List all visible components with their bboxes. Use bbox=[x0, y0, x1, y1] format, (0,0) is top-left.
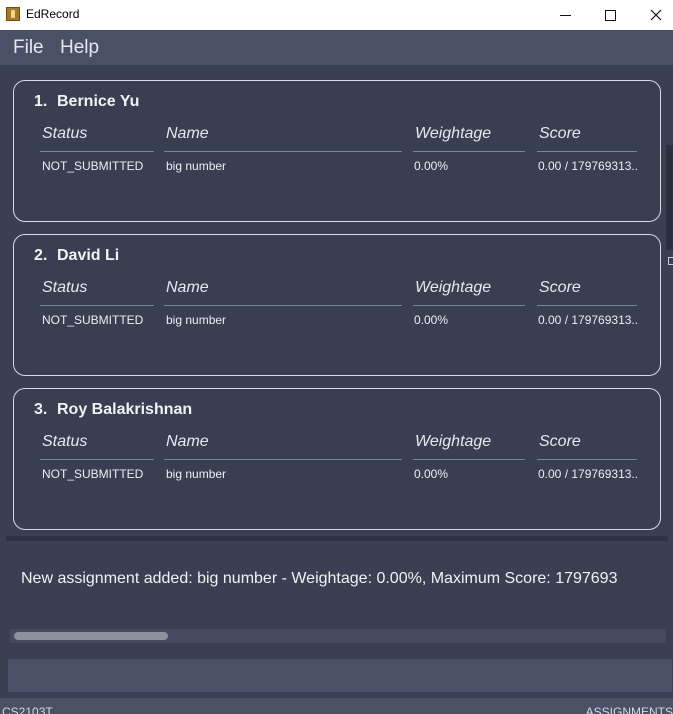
assignment-score: 0.00 / 179769313... bbox=[538, 467, 638, 481]
column-header-weightage: Weightage bbox=[413, 279, 525, 306]
scrollbar-handle[interactable] bbox=[668, 257, 673, 265]
student-card[interactable]: 3. Roy Balakrishnan Status Name Weightage… bbox=[13, 388, 661, 530]
column-header-weightage: Weightage bbox=[413, 125, 525, 152]
horizontal-scrollbar[interactable] bbox=[10, 629, 666, 643]
menu-bar: File Help bbox=[0, 30, 673, 65]
menu-help[interactable]: Help bbox=[60, 37, 99, 59]
student-card[interactable]: 1. Bernice Yu Status Name Weightage Score… bbox=[13, 80, 661, 222]
student-list[interactable]: 1. Bernice Yu Status Name Weightage Score… bbox=[0, 65, 673, 547]
student-name: 2. David Li bbox=[34, 247, 120, 264]
column-header-status: Status bbox=[40, 279, 154, 306]
student-name: 1. Bernice Yu bbox=[34, 93, 140, 110]
status-view: ASSIGNMENTS bbox=[585, 705, 673, 714]
assignment-weightage: 0.00% bbox=[414, 159, 449, 173]
vertical-scrollbar[interactable] bbox=[666, 145, 673, 250]
column-header-score: Score bbox=[537, 279, 637, 306]
status-bar: CS2103T ASSIGNMENTS bbox=[0, 698, 673, 714]
maximize-icon[interactable] bbox=[587, 0, 633, 30]
assignment-score: 0.00 / 179769313... bbox=[538, 159, 638, 173]
assignment-name: big number bbox=[166, 467, 227, 481]
student-name: 3. Roy Balakrishnan bbox=[34, 401, 193, 418]
menu-file[interactable]: File bbox=[13, 37, 44, 59]
assignment-status: NOT_SUBMITTED bbox=[42, 467, 144, 481]
column-header-weightage: Weightage bbox=[413, 433, 525, 460]
column-header-name: Name bbox=[164, 433, 402, 460]
assignment-weightage: 0.00% bbox=[414, 467, 449, 481]
assignment-status: NOT_SUBMITTED bbox=[42, 313, 144, 327]
assignment-name: big number bbox=[166, 313, 227, 327]
result-message: New assignment added: big number - Weigh… bbox=[21, 570, 618, 587]
close-icon[interactable] bbox=[633, 0, 673, 30]
minimize-icon[interactable] bbox=[542, 0, 588, 30]
column-header-name: Name bbox=[164, 279, 402, 306]
column-header-status: Status bbox=[40, 433, 154, 460]
window-title-bar: EdRecord bbox=[0, 0, 673, 30]
student-card[interactable]: 2. David Li Status Name Weightage Score N… bbox=[13, 234, 661, 376]
column-header-status: Status bbox=[40, 125, 154, 152]
status-module: CS2103T bbox=[2, 705, 53, 714]
assignment-name: big number bbox=[166, 159, 227, 173]
column-header-score: Score bbox=[537, 433, 637, 460]
assignment-score: 0.00 / 179769313... bbox=[538, 313, 638, 327]
app-icon bbox=[6, 7, 20, 21]
assignment-weightage: 0.00% bbox=[414, 313, 449, 327]
column-header-name: Name bbox=[164, 125, 402, 152]
window-title: EdRecord bbox=[26, 7, 80, 21]
assignment-status: NOT_SUBMITTED bbox=[42, 159, 144, 173]
horizontal-scrollbar-thumb[interactable] bbox=[14, 632, 168, 640]
split-divider[interactable] bbox=[6, 536, 668, 541]
column-header-score: Score bbox=[537, 125, 637, 152]
command-input[interactable] bbox=[8, 659, 672, 692]
